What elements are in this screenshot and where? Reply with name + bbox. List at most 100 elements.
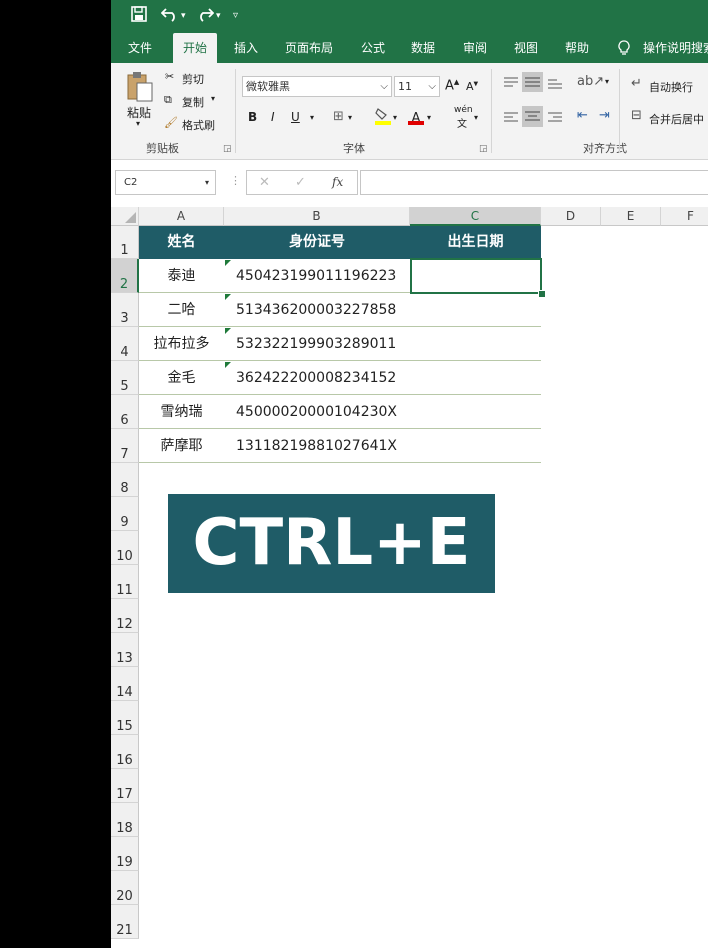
formula-input[interactable] <box>360 170 708 195</box>
paste-dropdown-icon[interactable]: ▾ <box>136 119 140 128</box>
fill-handle[interactable] <box>538 290 546 298</box>
cancel-icon[interactable]: ✕ <box>259 175 270 190</box>
tell-me-search[interactable]: 操作说明搜索 <box>643 33 708 63</box>
error-indicator-icon[interactable] <box>225 328 231 334</box>
orientation-icon[interactable]: ab↗ <box>577 74 604 89</box>
row-header-6[interactable]: 6 <box>111 395 139 429</box>
column-header-f[interactable]: F <box>661 207 708 226</box>
phonetic-guide-icon[interactable]: 文 <box>457 115 467 130</box>
row-header-20[interactable]: 20 <box>111 871 139 905</box>
column-header-a[interactable]: A <box>139 207 224 226</box>
tab-review[interactable]: 审阅 <box>463 33 487 63</box>
format-painter-icon[interactable]: 🖌 <box>164 116 178 129</box>
header-cell-name[interactable]: 姓名 <box>139 226 224 259</box>
cell-id[interactable]: 13118219881027641X <box>224 429 410 463</box>
chevron-down-icon[interactable]: ⌵ <box>380 77 388 96</box>
row-header-17[interactable]: 17 <box>111 769 139 803</box>
name-box[interactable]: C2 ▾ <box>115 170 216 195</box>
wrap-text-button[interactable]: 自动换行 <box>649 79 693 95</box>
underline-dropdown-icon[interactable]: ▾ <box>310 113 314 122</box>
row-header-16[interactable]: 16 <box>111 735 139 769</box>
cell-birthdate[interactable] <box>410 429 541 463</box>
orientation-dropdown-icon[interactable]: ▾ <box>605 77 609 86</box>
copy-dropdown-icon[interactable]: ▾ <box>211 94 215 103</box>
font-color-button[interactable]: A <box>408 107 424 126</box>
clipboard-dialog-launcher-icon[interactable]: ◲ <box>223 144 232 154</box>
row-header-1[interactable]: 1 <box>111 226 139 259</box>
bold-button[interactable]: B <box>248 110 257 124</box>
name-box-dropdown-icon[interactable]: ▾ <box>205 171 209 194</box>
row-header-15[interactable]: 15 <box>111 701 139 735</box>
error-indicator-icon[interactable] <box>225 294 231 300</box>
borders-dropdown-icon[interactable]: ▾ <box>348 113 352 122</box>
chevron-down-icon[interactable]: ⌵ <box>428 77 436 96</box>
cell-id[interactable]: 513436200003227858 <box>224 293 410 327</box>
wrap-text-icon[interactable]: ↵ <box>631 76 642 91</box>
cell-name[interactable]: 拉布拉多 <box>139 327 224 361</box>
row-header-10[interactable]: 10 <box>111 531 139 565</box>
cell-name[interactable]: 泰迪 <box>139 259 224 293</box>
enter-icon[interactable]: ✓ <box>295 175 306 190</box>
tab-view[interactable]: 视图 <box>514 33 538 63</box>
middle-align-icon[interactable] <box>522 72 543 92</box>
error-indicator-icon[interactable] <box>225 362 231 368</box>
underline-button[interactable]: U <box>291 110 300 124</box>
merge-center-icon[interactable]: ⊟ <box>631 108 642 123</box>
header-cell-id[interactable]: 身份证号 <box>224 226 410 259</box>
tab-insert[interactable]: 插入 <box>234 33 258 63</box>
row-header-7[interactable]: 7 <box>111 429 139 463</box>
cell-birthdate[interactable] <box>410 361 541 395</box>
cell-id[interactable]: 362422200008234152 <box>224 361 410 395</box>
row-header-12[interactable]: 12 <box>111 599 139 633</box>
merge-center-button[interactable]: 合并后居中 <box>649 111 704 127</box>
cell-birthdate[interactable] <box>410 327 541 361</box>
active-cell-selection[interactable] <box>410 258 542 294</box>
insert-function-button[interactable]: fx <box>332 175 343 189</box>
font-color-dropdown-icon[interactable]: ▾ <box>427 113 431 122</box>
cell-name[interactable]: 萨摩耶 <box>139 429 224 463</box>
lightbulb-icon[interactable] <box>618 33 630 63</box>
fill-color-icon[interactable] <box>375 107 391 125</box>
column-header-c[interactable]: C <box>410 207 541 226</box>
error-indicator-icon[interactable] <box>225 260 231 266</box>
cut-button[interactable]: 剪切 <box>182 71 204 87</box>
align-center-icon[interactable] <box>522 106 543 127</box>
cell-birthdate[interactable] <box>410 395 541 429</box>
row-header-9[interactable]: 9 <box>111 497 139 531</box>
grow-font-button[interactable]: A▲ <box>445 78 459 93</box>
row-header-21[interactable]: 21 <box>111 905 139 939</box>
row-header-14[interactable]: 14 <box>111 667 139 701</box>
cell-name[interactable]: 金毛 <box>139 361 224 395</box>
copy-button[interactable]: 复制 <box>182 94 204 110</box>
paste-icon[interactable] <box>125 71 155 103</box>
cut-icon[interactable]: ✂ <box>165 70 174 83</box>
font-dialog-launcher-icon[interactable]: ◲ <box>479 144 488 154</box>
cell-id[interactable]: 45000020000104230X <box>224 395 410 429</box>
italic-button[interactable]: I <box>271 110 275 124</box>
font-size-select[interactable]: 11 ⌵ <box>394 76 440 97</box>
save-icon[interactable] <box>131 6 147 26</box>
phonetic-guide-button[interactable]: wén <box>454 105 473 115</box>
copy-icon[interactable]: ⧉ <box>164 93 172 107</box>
format-painter-button[interactable]: 格式刷 <box>182 117 215 133</box>
cell-id[interactable]: 450423199011196223 <box>224 259 410 293</box>
cell-birthdate[interactable] <box>410 293 541 327</box>
row-header-19[interactable]: 19 <box>111 837 139 871</box>
cell-name[interactable]: 二哈 <box>139 293 224 327</box>
row-header-8[interactable]: 8 <box>111 463 139 497</box>
row-header-3[interactable]: 3 <box>111 293 139 327</box>
tab-home[interactable]: 开始 <box>173 33 217 63</box>
undo-dropdown-icon[interactable]: ▾ <box>181 6 186 26</box>
bottom-align-icon[interactable] <box>547 75 563 89</box>
font-name-select[interactable]: 微软雅黑 ⌵ <box>242 76 392 97</box>
align-right-icon[interactable] <box>547 110 563 124</box>
tab-formulas[interactable]: 公式 <box>361 33 385 63</box>
tab-help[interactable]: 帮助 <box>565 33 589 63</box>
redo-icon[interactable] <box>196 6 215 26</box>
cell-id[interactable]: 532322199903289011 <box>224 327 410 361</box>
align-left-icon[interactable] <box>503 110 519 124</box>
row-header-5[interactable]: 5 <box>111 361 139 395</box>
fill-color-dropdown-icon[interactable]: ▾ <box>393 113 397 122</box>
tab-data[interactable]: 数据 <box>411 33 435 63</box>
row-header-18[interactable]: 18 <box>111 803 139 837</box>
